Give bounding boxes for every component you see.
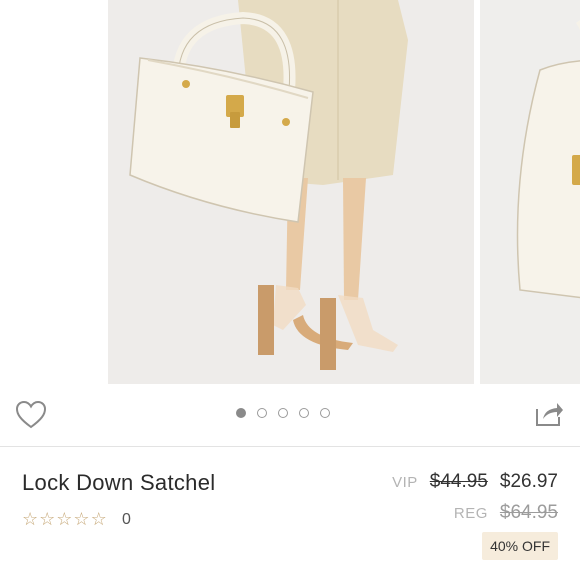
star-outline-icon: ☆ (56, 509, 73, 529)
next-product-photo (516, 20, 580, 299)
star-outline-icon: ☆ (22, 509, 39, 529)
carousel-dot-3[interactable] (278, 408, 288, 418)
star-outline-icon: ☆ (39, 509, 56, 529)
star-outline-icon: ☆ (90, 509, 107, 529)
vip-sale-price: $26.97 (499, 471, 558, 492)
reg-label: REG (453, 505, 488, 522)
star-outline-icon: ☆ (73, 509, 90, 529)
reg-price-row: REG $64.95 (454, 502, 558, 524)
vip-original-price: $44.95 (429, 471, 488, 492)
carousel-dot-2[interactable] (257, 408, 267, 418)
rating-stars[interactable]: ☆ ☆ ☆ ☆ ☆ (22, 509, 107, 530)
carousel-dot-5[interactable] (320, 408, 330, 418)
share-button[interactable] (533, 399, 565, 429)
carousel-dot-4[interactable] (299, 408, 309, 418)
favorite-button[interactable] (14, 399, 48, 431)
product-image-carousel[interactable] (0, 0, 580, 386)
vip-label: VIP (392, 474, 418, 491)
product-image-next[interactable] (480, 0, 580, 384)
carousel-pagination (236, 408, 330, 418)
share-icon (536, 403, 563, 426)
product-title: Lock Down Satchel (22, 470, 216, 495)
vip-price-row: VIP $44.95 $26.97 (392, 471, 558, 493)
heart-icon (15, 400, 47, 429)
review-count[interactable]: 0 (122, 511, 131, 529)
section-divider (0, 446, 580, 447)
reg-price: $64.95 (499, 502, 558, 523)
carousel-dot-1[interactable] (236, 408, 246, 418)
product-image-main[interactable] (108, 0, 474, 384)
product-photo (129, 0, 408, 370)
discount-badge: 40% OFF (482, 532, 558, 560)
